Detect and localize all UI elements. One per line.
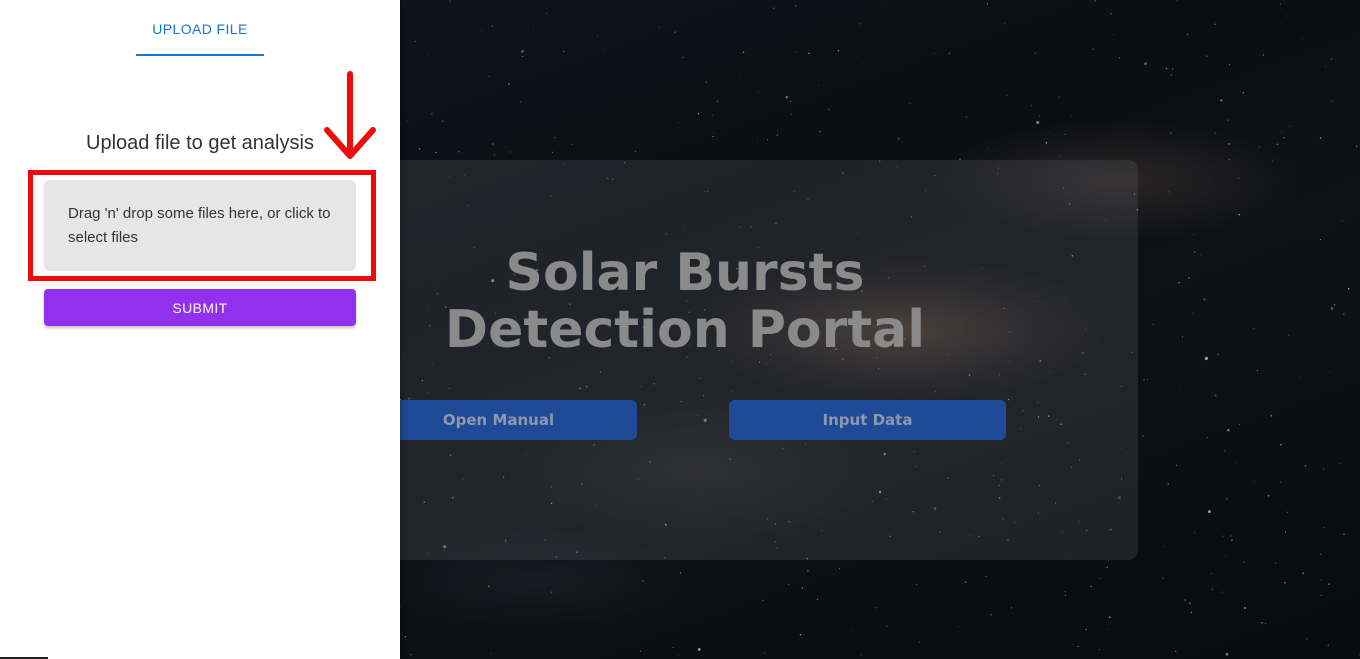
submit-button[interactable]: SUBMIT xyxy=(44,289,356,326)
open-manual-button[interactable]: Open Manual xyxy=(360,400,637,440)
tab-upload-file[interactable]: UPLOAD FILE xyxy=(136,0,264,57)
hero-title: Solar Bursts Detection Portal xyxy=(355,245,1015,359)
hero-title-line-1: Solar Bursts xyxy=(505,243,865,303)
hero-card xyxy=(355,160,1138,560)
hero-title-line-2: Detection Portal xyxy=(444,300,926,360)
input-data-button[interactable]: Input Data xyxy=(729,400,1006,440)
file-dropzone[interactable]: Drag 'n' drop some files here, or click … xyxy=(44,180,356,271)
page: Solar Bursts Detection Portal Open Manua… xyxy=(0,0,1360,659)
upload-drawer: UPLOAD FILE Upload file to get analysis … xyxy=(0,0,400,659)
arrow-down-icon xyxy=(324,71,376,159)
tab-indicator xyxy=(136,54,264,56)
